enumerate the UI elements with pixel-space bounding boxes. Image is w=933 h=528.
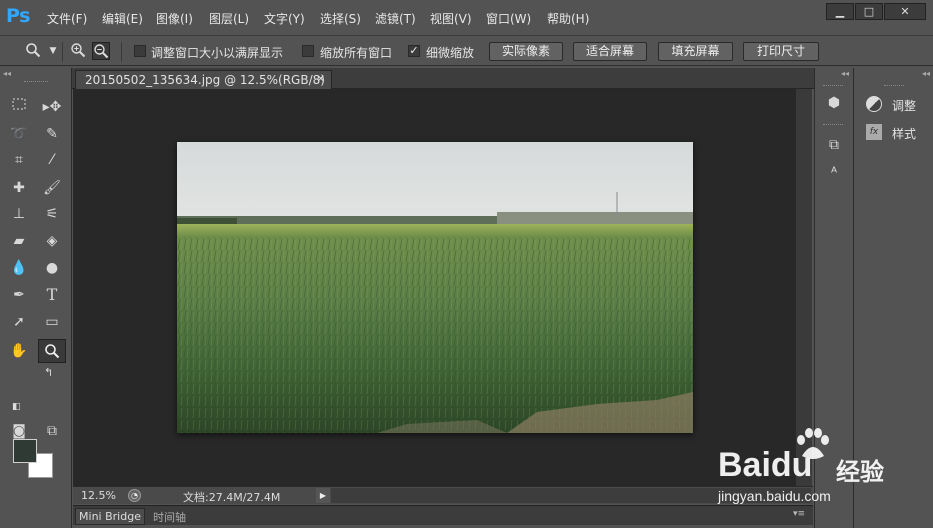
path-selection-tool-icon[interactable]: ➚: [7, 311, 31, 333]
crop-tool-icon[interactable]: ⌗: [7, 149, 31, 171]
grip-handle[interactable]: [884, 85, 904, 86]
marquee-tool-icon[interactable]: [7, 96, 31, 118]
document-tab[interactable]: 20150502_135634.jpg @ 12.5%(RGB/8) * ✕: [75, 70, 332, 105]
move-tool-icon[interactable]: ▸✥: [40, 96, 64, 118]
close-window-button[interactable]: ✕: [884, 3, 926, 20]
3d-panel-icon[interactable]: ⬢: [822, 92, 846, 114]
document-size-info: 文档:27.4M/27.4M: [183, 491, 281, 504]
grip-handle[interactable]: [24, 81, 48, 83]
actual-pixels-button[interactable]: 实际像素: [489, 42, 563, 61]
zoom-tool-icon[interactable]: [38, 339, 66, 363]
grip-handle[interactable]: [823, 124, 843, 125]
hand-tool-icon[interactable]: ✋: [7, 340, 31, 362]
scrubby-zoom-label: 细微缩放: [426, 46, 475, 60]
history-brush-tool-icon[interactable]: ⚟: [40, 203, 64, 225]
watermark-brand-cn: 经验: [836, 458, 884, 486]
dodge-tool-icon[interactable]: ●: [40, 257, 64, 279]
zoom-all-windows-label: 缩放所有窗口: [320, 46, 393, 60]
close-document-icon[interactable]: ✕: [317, 71, 325, 89]
baidu-jingyan-watermark: Baidu 经验 jingyan.baidu.com: [718, 428, 928, 518]
swap-colors-icon[interactable]: ↰: [44, 366, 53, 379]
type-tool-icon[interactable]: T: [40, 284, 64, 306]
menu-help[interactable]: 帮助(H): [547, 10, 589, 27]
zoom-out-icon[interactable]: [92, 42, 110, 60]
resize-window-checkbox[interactable]: [134, 45, 146, 57]
watermark-url: jingyan.baidu.com: [718, 488, 831, 504]
screen-mode-icon[interactable]: ⧉: [40, 420, 64, 442]
clone-stamp-tool-icon[interactable]: ⊥: [7, 203, 31, 225]
preset-dropdown-arrow-icon[interactable]: ▼: [44, 42, 62, 60]
adjustments-label[interactable]: 调整: [892, 97, 916, 114]
watermark-brand: Baidu: [718, 446, 813, 484]
quick-selection-tool-icon[interactable]: ✎: [40, 123, 64, 145]
share-icon[interactable]: ◔: [128, 489, 141, 502]
default-colors-icon[interactable]: ◧: [12, 402, 21, 412]
tab-mini-bridge[interactable]: Mini Bridge: [75, 508, 145, 525]
collapse-arrows-icon[interactable]: ◂◂: [3, 69, 11, 78]
menu-layer[interactable]: 图层(L): [209, 10, 249, 27]
fit-screen-button[interactable]: 适合屏幕: [573, 42, 647, 61]
bottom-panel-tabs: Mini Bridge 时间轴 ▾≡: [73, 505, 813, 525]
zoom-tool-preset-icon[interactable]: [24, 42, 42, 60]
styles-label[interactable]: 样式: [892, 125, 916, 142]
styles-icon[interactable]: fx: [866, 124, 882, 140]
vertical-scrollbar[interactable]: [796, 89, 812, 486]
status-menu-arrow-icon[interactable]: ▶: [316, 488, 330, 503]
collapse-arrows-icon[interactable]: ◂◂: [922, 69, 930, 78]
clone-source-icon[interactable]: ⧉: [822, 134, 846, 156]
tools-panel: ◂◂ ▸✥ ➰ ✎ ⌗ ⁄ ✚ 🖌 ⊥ ⚟ ▰ ◈ 💧 ● ✒ T ➚ ▭ ✋ …: [0, 68, 72, 528]
photoshop-logo: Ps: [6, 5, 30, 27]
lasso-tool-icon[interactable]: ➰: [7, 123, 31, 145]
zoom-in-icon[interactable]: [69, 42, 87, 60]
menu-filter[interactable]: 滤镜(T): [375, 10, 416, 27]
foreground-color-swatch[interactable]: [13, 439, 37, 463]
menu-window[interactable]: 窗口(W): [486, 10, 531, 27]
minimize-button[interactable]: ▁: [826, 3, 854, 20]
rectangle-tool-icon[interactable]: ▭: [40, 311, 64, 333]
maximize-button[interactable]: □: [855, 3, 883, 20]
menu-select[interactable]: 选择(S): [320, 10, 361, 27]
status-bar: 12.5% ◔ 文档:27.4M/27.4M ▶: [73, 486, 813, 504]
healing-brush-tool-icon[interactable]: ✚: [7, 177, 31, 199]
menu-type[interactable]: 文字(Y): [264, 10, 305, 27]
eraser-tool-icon[interactable]: ▰: [7, 230, 31, 252]
menu-file[interactable]: 文件(F): [47, 10, 87, 27]
separator: [62, 42, 63, 62]
document-image: [177, 142, 693, 433]
resize-window-label: 调整窗口大小以满屏显示: [151, 46, 284, 60]
scrubby-zoom-checkbox[interactable]: ✓: [408, 45, 420, 57]
collapse-arrows-icon[interactable]: ◂◂: [841, 69, 849, 78]
separator: [121, 42, 122, 62]
blur-tool-icon[interactable]: 💧: [7, 257, 31, 279]
tab-timeline[interactable]: 时间轴: [153, 509, 186, 525]
adjustments-icon[interactable]: [866, 96, 882, 112]
eyedropper-tool-icon[interactable]: ⁄: [40, 149, 64, 171]
character-style-icon[interactable]: ᴬ: [822, 162, 846, 184]
menu-image[interactable]: 图像(I): [156, 10, 193, 27]
brush-tool-icon[interactable]: 🖌: [40, 177, 64, 199]
options-bar: ▼ 调整窗口大小以满屏显示 缩放所有窗口 ✓ 细微缩放 实际像素 适合屏幕 填充…: [0, 37, 933, 66]
zoom-level[interactable]: 12.5%: [81, 489, 116, 502]
menu-view[interactable]: 视图(V): [430, 10, 472, 27]
pen-tool-icon[interactable]: ✒: [7, 284, 31, 306]
grip-handle[interactable]: [823, 85, 843, 86]
print-size-button[interactable]: 打印尺寸: [743, 42, 819, 61]
paint-bucket-tool-icon[interactable]: ◈: [40, 230, 64, 252]
menu-edit[interactable]: 编辑(E): [102, 10, 143, 27]
fill-screen-button[interactable]: 填充屏幕: [658, 42, 733, 61]
menu-bar: Ps 文件(F) 编辑(E) 图像(I) 图层(L) 文字(Y) 选择(S) 滤…: [0, 0, 933, 36]
zoom-all-windows-checkbox[interactable]: [302, 45, 314, 57]
